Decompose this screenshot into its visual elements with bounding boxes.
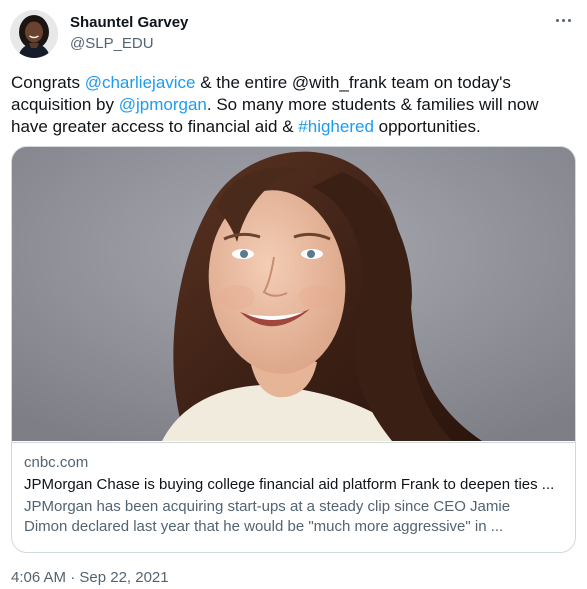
link-preview-card[interactable]: cnbc.com JPMorgan Chase is buying colleg… bbox=[11, 146, 576, 553]
more-dot bbox=[561, 18, 565, 22]
card-domain: cnbc.com bbox=[24, 454, 89, 471]
mention-charliejavice[interactable]: @charliejavice bbox=[85, 73, 196, 92]
author-display-name[interactable]: Shauntel Garvey bbox=[70, 13, 188, 33]
tweet: Shauntel Garvey @SLP_EDU Congrats @charl… bbox=[0, 0, 587, 589]
more-dot bbox=[555, 18, 559, 22]
card-image[interactable] bbox=[12, 147, 575, 441]
hashtag-highered[interactable]: #highered bbox=[298, 117, 374, 136]
mention-jpmorgan[interactable]: @jpmorgan bbox=[119, 95, 207, 114]
more-dot bbox=[567, 18, 571, 22]
tweet-text-segment: opportunities. bbox=[373, 117, 481, 136]
card-title[interactable]: JPMorgan Chase is buying college financi… bbox=[24, 475, 563, 495]
avatar[interactable] bbox=[10, 10, 58, 58]
tweet-timestamp[interactable]: 4:06 AM · Sep 22, 2021 bbox=[11, 568, 169, 588]
author-handle[interactable]: @SLP_EDU bbox=[70, 34, 188, 54]
card-description-line: JPMorgan has been acquiring start-ups at… bbox=[24, 498, 511, 515]
tweet-text-segment: Congrats bbox=[11, 73, 85, 92]
more-options-icon[interactable] bbox=[551, 10, 575, 30]
tweet-text: Congrats @charliejavice & the entire @wi… bbox=[11, 72, 576, 138]
author-block: Shauntel Garvey @SLP_EDU bbox=[70, 13, 188, 54]
card-body: cnbc.com JPMorgan Chase is buying colleg… bbox=[12, 442, 575, 537]
card-description-line: Dimon declared last year that he would b… bbox=[24, 518, 504, 535]
card-description: JPMorgan has been acquiring start-ups at… bbox=[24, 497, 563, 537]
